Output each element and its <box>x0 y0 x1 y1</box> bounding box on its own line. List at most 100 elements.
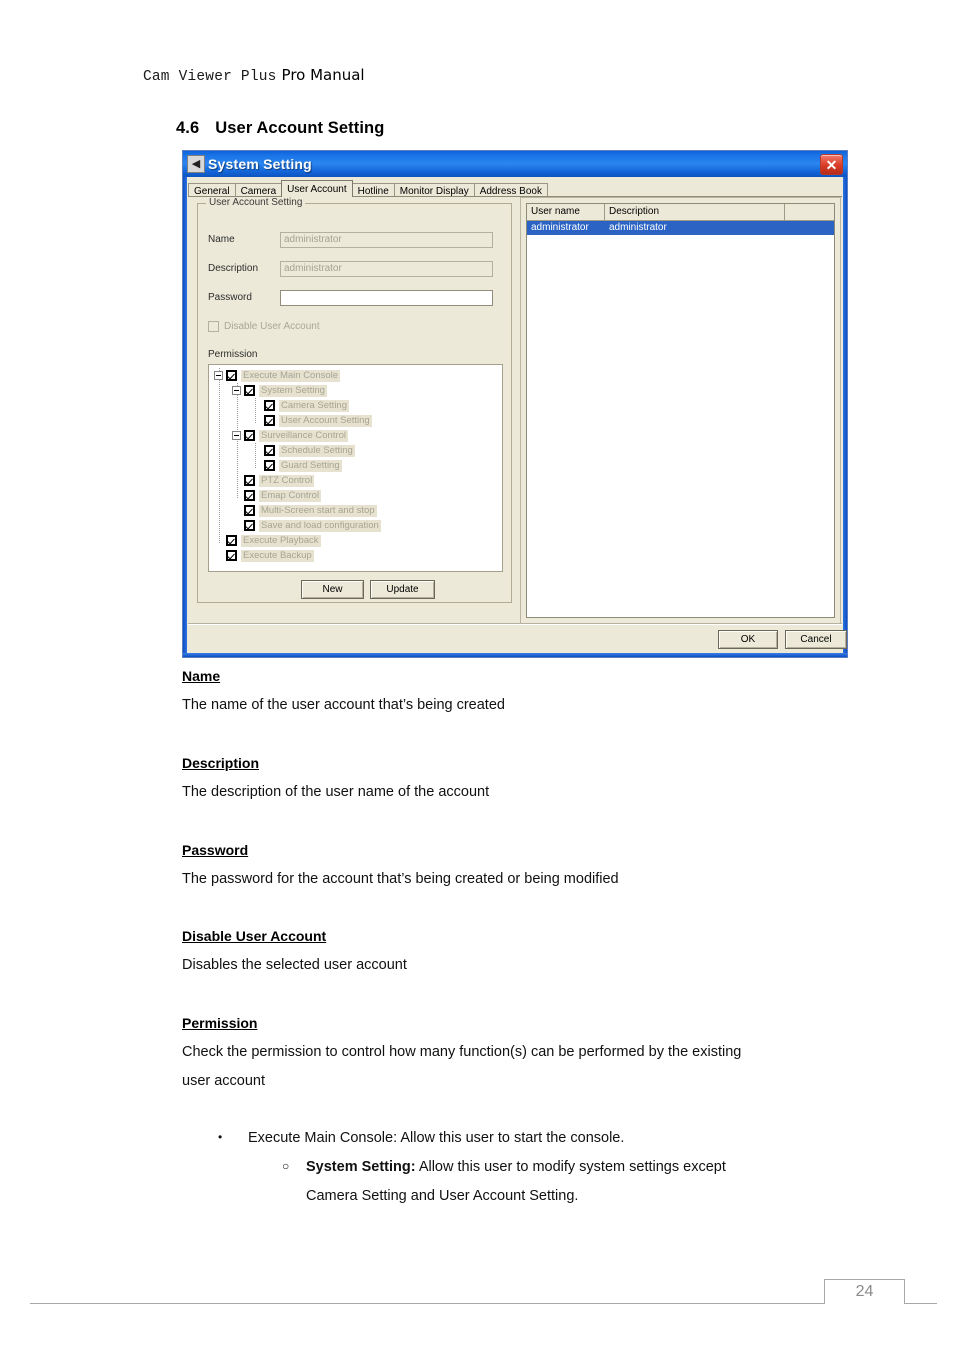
tree-item-surveillance-control[interactable]: Surveillance Control <box>212 428 502 443</box>
camera-icon: ◀ <box>187 155 205 173</box>
collapse-icon[interactable] <box>214 371 223 380</box>
description-field-row: Description <box>208 260 493 277</box>
groupbox-title: User Account Setting <box>206 197 306 208</box>
tree-item-emap-control[interactable]: Emap Control <box>212 488 502 503</box>
collapse-icon[interactable] <box>232 431 241 440</box>
checkbox-icon[interactable] <box>264 415 275 426</box>
cancel-button[interactable]: Cancel <box>785 630 847 649</box>
checkbox-icon[interactable] <box>264 460 275 471</box>
tab-address-book[interactable]: Address Book <box>473 183 548 197</box>
table-row[interactable]: administrator administrator <box>527 221 834 235</box>
heading-name: Name <box>182 668 221 684</box>
checkbox-icon[interactable] <box>226 550 237 561</box>
tree-item-label: Guard Setting <box>279 459 342 472</box>
checkbox-icon[interactable] <box>244 490 255 501</box>
checkbox-icon[interactable] <box>244 475 255 486</box>
tab-camera[interactable]: Camera <box>234 183 283 197</box>
text-disable-user-account: Disables the selected user account <box>182 957 407 973</box>
tree-item-label: System Setting <box>259 384 327 397</box>
bullet-system-setting-continued: Camera Setting and User Account Setting. <box>306 1188 579 1204</box>
checkbox-icon[interactable] <box>244 430 255 441</box>
tab-user-account[interactable]: User Account <box>281 180 353 197</box>
column-header-user-name[interactable]: User name <box>527 204 605 220</box>
text-permission-line1: Check the permission to control how many… <box>182 1044 742 1060</box>
permission-label: Permission <box>208 349 258 360</box>
tree-item-label: Execute Main Console <box>241 369 341 382</box>
tree-item-user-account-setting[interactable]: User Account Setting <box>212 413 502 428</box>
password-label: Password <box>208 292 252 303</box>
text-name: The name of the user account that’s bein… <box>182 697 505 713</box>
tree-item-label: Execute Playback <box>241 534 321 547</box>
user-account-setting-groupbox: User Account Setting Name Description Pa… <box>197 197 512 603</box>
user-list-header: User name Description <box>527 204 834 221</box>
checkbox-icon[interactable] <box>244 520 255 531</box>
window-frame-right <box>843 177 847 657</box>
text-permission-line2: user account <box>182 1073 266 1089</box>
name-input[interactable] <box>280 231 493 248</box>
tree-item-guard-setting[interactable]: Guard Setting <box>212 458 502 473</box>
dialog-titlebar: ◀ System Setting ✕ <box>183 151 847 177</box>
bullet-system-setting: ○ System Setting: Allow this user to mod… <box>282 1159 726 1175</box>
tree-item-label: PTZ Control <box>259 474 315 487</box>
header-product-name: Cam Viewer Plus <box>143 69 277 85</box>
disable-user-account-checkbox[interactable]: Disable User Account <box>208 321 320 332</box>
collapse-icon[interactable] <box>232 386 241 395</box>
tree-item-system-setting[interactable]: System Setting <box>212 383 502 398</box>
user-list-pane: User name Description administrator admi… <box>520 197 841 624</box>
system-setting-dialog: ◀ System Setting ✕ General Camera User A… <box>182 150 848 658</box>
tree-item-schedule-setting[interactable]: Schedule Setting <box>212 443 502 458</box>
password-input[interactable] <box>280 289 493 306</box>
footer-rule-right <box>905 1303 937 1304</box>
permission-tree[interactable]: Execute Main Console System Setting Came… <box>208 364 503 572</box>
tab-general[interactable]: General <box>188 183 236 197</box>
tree-item-execute-backup[interactable]: Execute Backup <box>212 548 502 563</box>
checkbox-icon[interactable] <box>244 505 255 516</box>
checkbox-icon <box>208 321 219 332</box>
checkbox-icon[interactable] <box>264 445 275 456</box>
close-icon[interactable]: ✕ <box>820 154 843 175</box>
tree-item-save-and-load-configuration[interactable]: Save and load configuration <box>212 518 502 533</box>
tab-hotline[interactable]: Hotline <box>351 183 395 197</box>
section-heading: 4.6 User Account Setting <box>176 119 384 138</box>
tree-item-camera-setting[interactable]: Camera Setting <box>212 398 502 413</box>
tabstrip: General Camera User Account Hotline Moni… <box>188 180 842 197</box>
footer-rule-left <box>30 1303 824 1304</box>
name-field-row: Name <box>208 231 493 248</box>
new-button[interactable]: New <box>301 580 364 599</box>
bullet-execute-main-console: • Execute Main Console: Allow this user … <box>218 1130 624 1146</box>
checkbox-icon[interactable] <box>226 370 237 381</box>
heading-password: Password <box>182 842 249 858</box>
update-button[interactable]: Update <box>370 580 435 599</box>
tree-item-label: Surveillance Control <box>259 429 349 442</box>
page-number: 24 <box>824 1279 905 1304</box>
column-header-blank[interactable] <box>785 204 834 220</box>
ok-button[interactable]: OK <box>718 630 778 649</box>
description-input[interactable] <box>280 260 493 277</box>
column-header-description[interactable]: Description <box>605 204 785 220</box>
bullet-circle-icon: ○ <box>282 1159 290 1173</box>
cell-description: administrator <box>609 222 667 233</box>
checkbox-icon[interactable] <box>244 385 255 396</box>
tab-monitor-display[interactable]: Monitor Display <box>393 183 475 197</box>
dialog-footer: OK Cancel <box>188 623 847 652</box>
header-suffix: Pro Manual <box>281 66 365 84</box>
bullet-term: System Setting: <box>306 1159 416 1175</box>
tree-item-label: Emap Control <box>259 489 322 502</box>
heading-permission: Permission <box>182 1015 258 1031</box>
bullet-dot-icon: • <box>218 1130 223 1144</box>
name-label: Name <box>208 234 235 245</box>
tree-item-label: Schedule Setting <box>279 444 355 457</box>
tree-item-ptz-control[interactable]: PTZ Control <box>212 473 502 488</box>
description-label: Description <box>208 263 259 274</box>
cell-user-name: administrator <box>531 222 589 233</box>
checkbox-icon[interactable] <box>226 535 237 546</box>
checkbox-icon[interactable] <box>264 400 275 411</box>
tree-item-execute-main-console[interactable]: Execute Main Console <box>212 368 502 383</box>
user-list[interactable]: User name Description administrator admi… <box>526 203 835 618</box>
tree-item-label: Multi-Screen start and stop <box>259 504 377 517</box>
tree-item-multi-screen-start-and-stop[interactable]: Multi-Screen start and stop <box>212 503 502 518</box>
tree-item-execute-playback[interactable]: Execute Playback <box>212 533 502 548</box>
disable-user-account-label: Disable User Account <box>224 321 320 332</box>
section-number: 4.6 <box>176 119 200 137</box>
window-frame-bottom <box>183 653 847 657</box>
